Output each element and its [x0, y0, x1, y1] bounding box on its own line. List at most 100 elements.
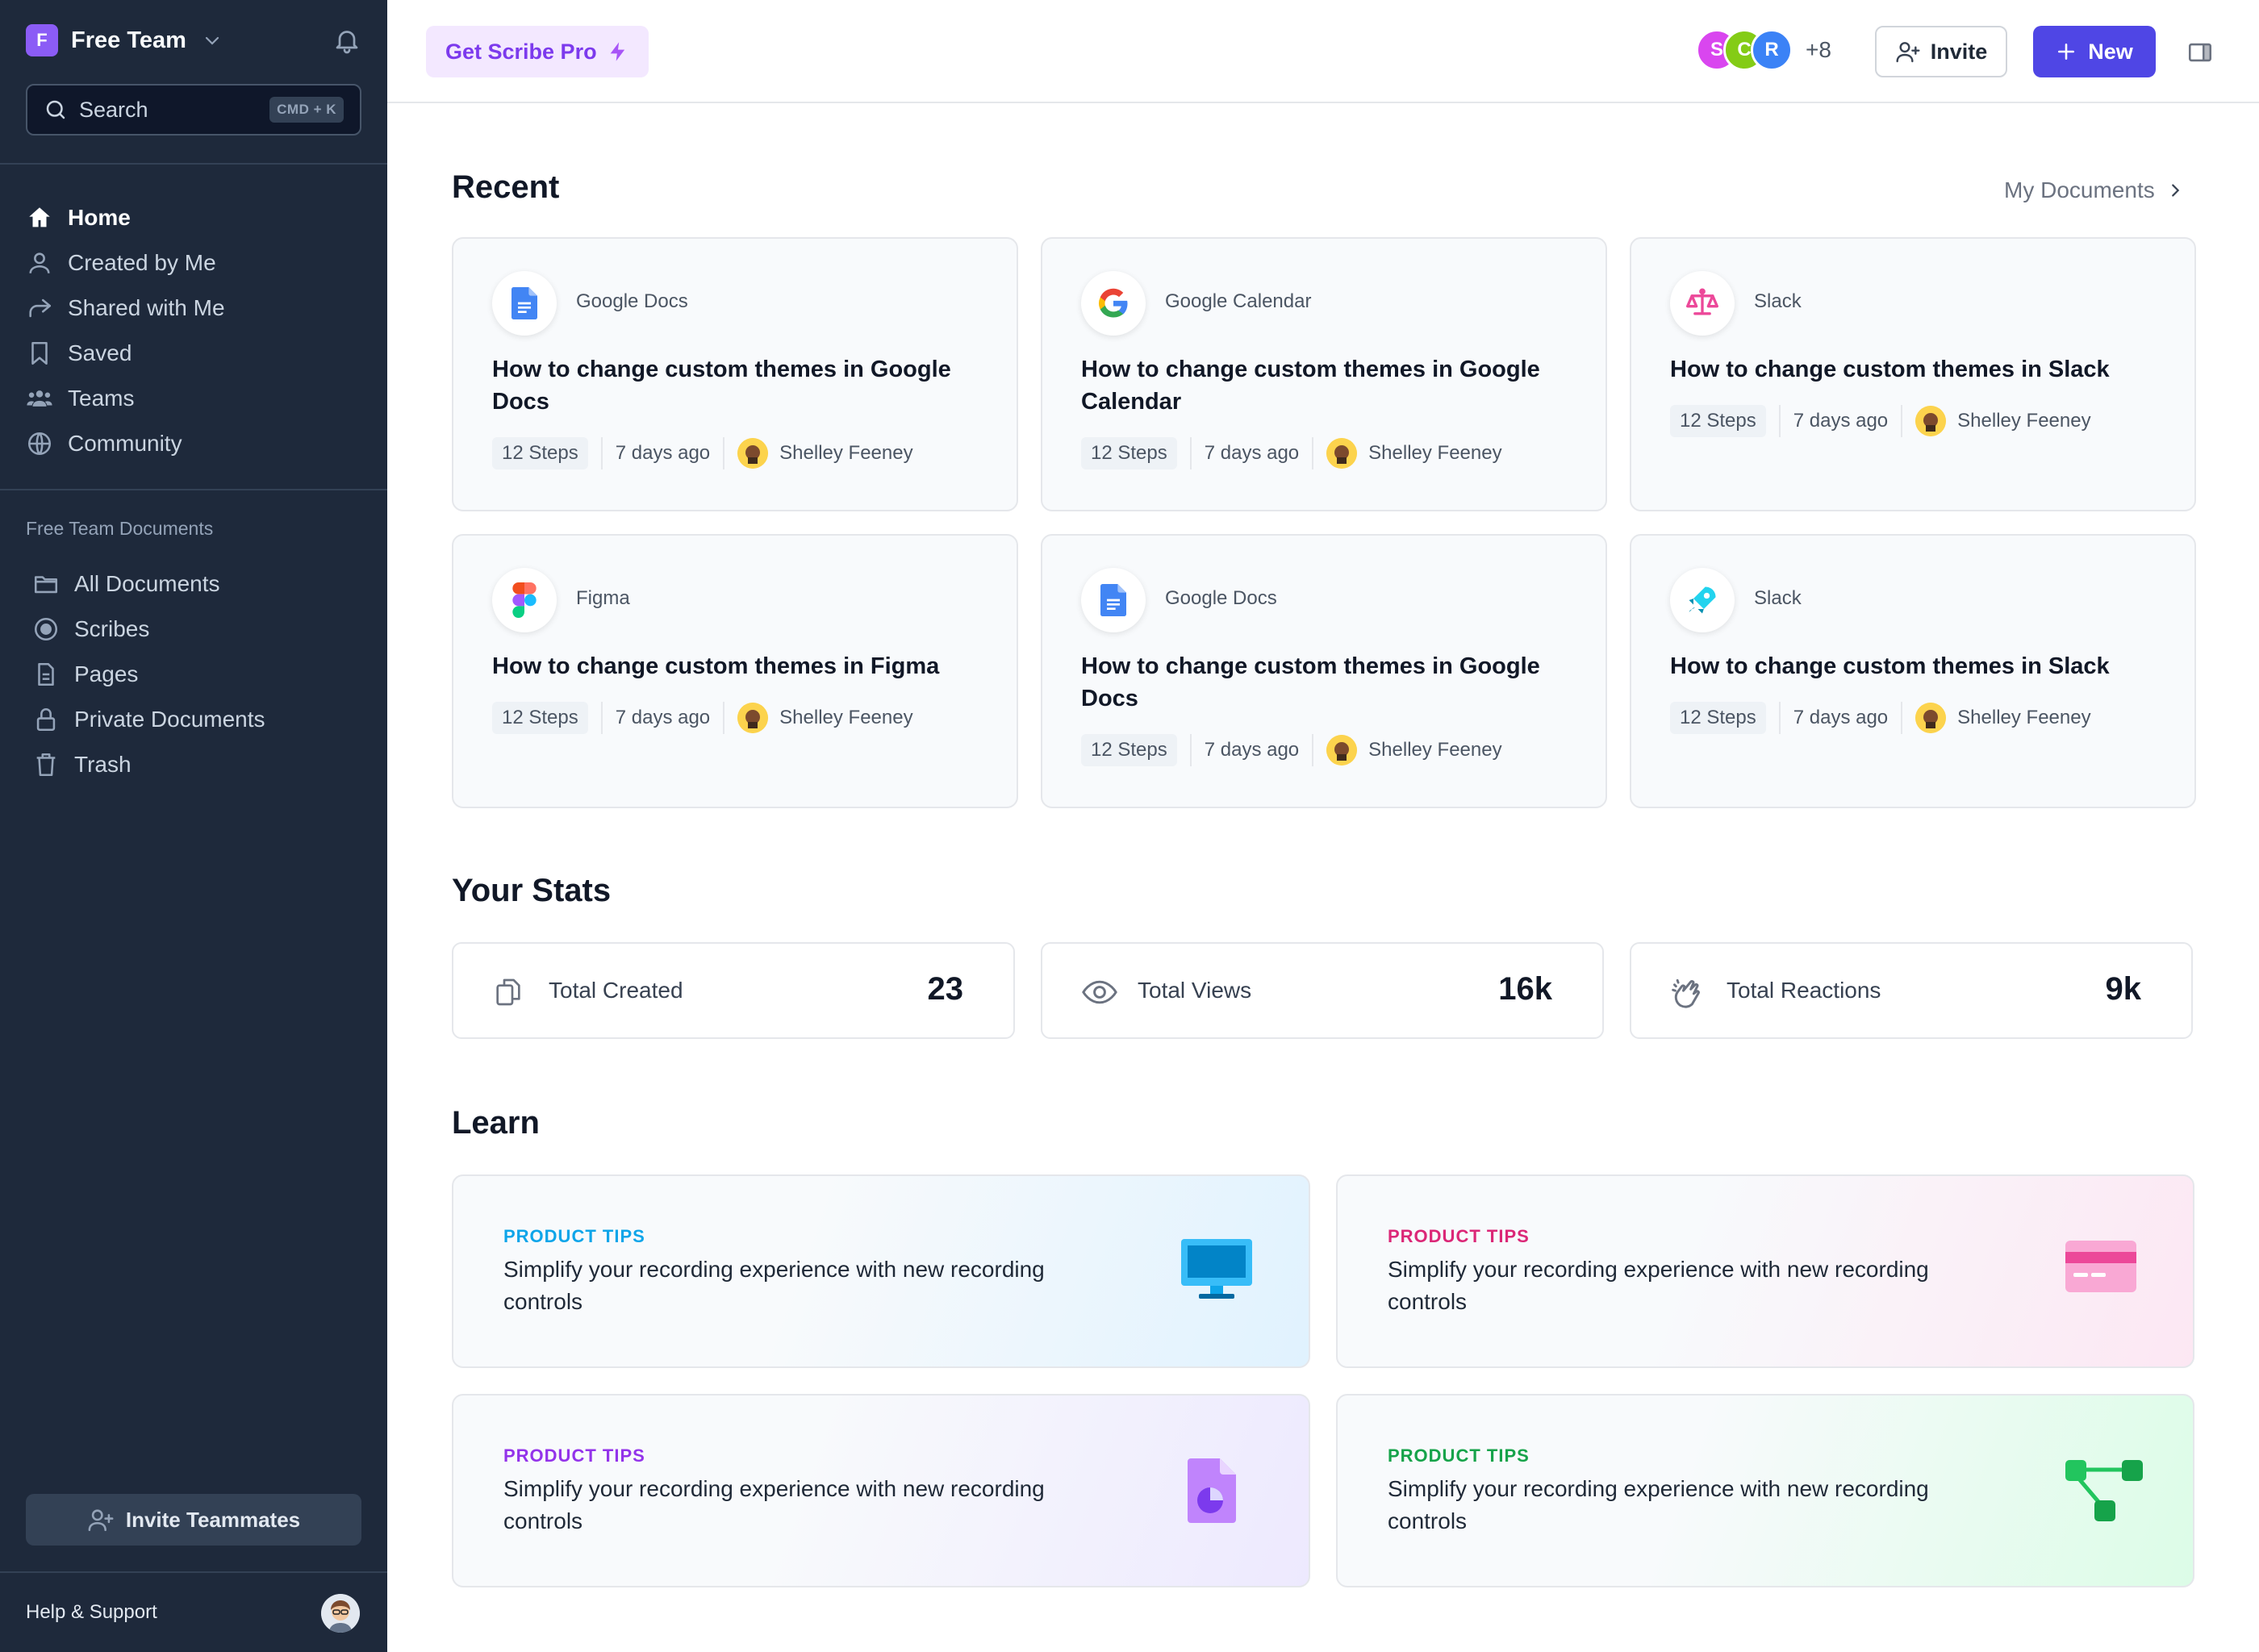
rocket-icon: [1670, 568, 1735, 632]
scale-icon: [1670, 271, 1735, 336]
nav-item-trash[interactable]: Trash: [32, 742, 371, 787]
nav-item-community[interactable]: Community: [26, 421, 365, 466]
trash-icon: [36, 753, 56, 777]
learn-card[interactable]: PRODUCT TIPS Simplify your recording exp…: [452, 1174, 1310, 1368]
learn-card[interactable]: PRODUCT TIPS Simplify your recording exp…: [452, 1394, 1310, 1587]
card-author: Shelley Feeney: [1368, 442, 1502, 464]
nav-item-scribes[interactable]: Scribes: [32, 607, 371, 652]
my-documents-link[interactable]: My Documents: [2004, 177, 2184, 203]
user-icon: [29, 252, 50, 273]
meta-divider: [600, 702, 603, 734]
credit-card-icon: [2065, 1241, 2136, 1292]
card-meta: 12 Steps 7 days ago Shelley Feeney: [1670, 702, 2091, 734]
stat-card-total-views: Total Views 16k: [1041, 942, 1604, 1039]
figma-icon: [492, 568, 557, 632]
flow-diagram-icon: [2065, 1460, 2143, 1521]
nav-item-label: Pages: [74, 661, 139, 686]
author-avatar: [1915, 703, 1947, 733]
card-meta: 12 Steps 7 days ago Shelley Feeney: [1081, 734, 1502, 766]
nav-item-saved[interactable]: Saved: [26, 331, 365, 376]
new-button[interactable]: New: [2033, 26, 2156, 77]
new-label: New: [2088, 39, 2133, 64]
stat-card-total-reactions: Total Reactions 9k: [1630, 942, 2193, 1039]
get-scribe-pro-label: Get Scribe Pro: [445, 39, 597, 64]
record-icon: [34, 617, 58, 641]
collaborator-avatars[interactable]: S C R +8: [1696, 29, 1831, 71]
team-switcher[interactable]: F Free Team: [26, 24, 222, 56]
stat-label: Total Created: [549, 978, 683, 1003]
learn-text: Simplify your recording experience with …: [1388, 1476, 1929, 1533]
learn-tag: PRODUCT TIPS: [503, 1446, 645, 1466]
bell-icon[interactable]: [332, 26, 361, 55]
card-author: Shelley Feeney: [779, 707, 913, 728]
learn-tag: PRODUCT TIPS: [1388, 1226, 1530, 1246]
main-nav: Home Created by Me Shared with Me Saved …: [26, 195, 365, 466]
invite-label: Invite: [1930, 39, 1988, 64]
search-input[interactable]: Search CMD + K: [26, 84, 361, 136]
author-avatar: [1326, 438, 1358, 469]
card-meta: 12 Steps 7 days ago Shelley Feeney: [492, 437, 913, 469]
card-meta: 12 Steps 7 days ago Shelley Feeney: [1670, 405, 2091, 437]
card-author: Shelley Feeney: [779, 442, 913, 464]
invite-teammates-label: Invite Teammates: [125, 1507, 301, 1532]
nav-item-home[interactable]: Home: [26, 195, 365, 240]
nav-item-shared-with-me[interactable]: Shared with Me: [26, 286, 365, 331]
card-app-name: Slack: [1754, 290, 1802, 312]
share-icon: [29, 298, 52, 318]
get-scribe-pro-button[interactable]: Get Scribe Pro: [426, 26, 649, 77]
user-avatar[interactable]: [321, 1594, 360, 1633]
nav-item-private-documents[interactable]: Private Documents: [32, 697, 371, 742]
pie-document-icon: [1188, 1458, 1236, 1523]
learn-card[interactable]: PRODUCT TIPS Simplify your recording exp…: [1336, 1174, 2194, 1368]
card-time: 7 days ago: [615, 707, 711, 728]
recent-card[interactable]: Google Docs How to change custom themes …: [452, 237, 1018, 511]
help-support-link[interactable]: Help & Support: [26, 1601, 157, 1624]
recent-card[interactable]: Google Calendar How to change custom the…: [1041, 237, 1607, 511]
author-avatar: [737, 703, 769, 733]
nav-item-label: Trash: [74, 752, 132, 777]
author-avatar: [1915, 406, 1947, 436]
meta-divider: [1189, 734, 1192, 766]
bookmark-icon: [31, 341, 48, 365]
stat-label: Total Reactions: [1727, 978, 1881, 1003]
user-plus-icon: [1896, 42, 1920, 63]
nav-item-label: Community: [68, 431, 182, 456]
eye-icon: [1082, 980, 1117, 1004]
folder-icon: [34, 576, 58, 594]
sidebar-panel-icon[interactable]: [2186, 39, 2214, 66]
recent-card[interactable]: Slack How to change custom themes in Sla…: [1630, 534, 2196, 808]
invite-button[interactable]: Invite: [1875, 26, 2007, 77]
steps-badge: 12 Steps: [1670, 405, 1766, 437]
sidebar-divider: [0, 489, 387, 490]
team-name: Free Team: [71, 27, 186, 53]
card-title: How to change custom themes in Slack: [1670, 357, 2110, 382]
nav-item-all-documents[interactable]: All Documents: [32, 561, 371, 607]
recent-heading: Recent: [452, 169, 560, 205]
recent-card[interactable]: Slack How to change custom themes in Sla…: [1630, 237, 2196, 511]
learn-heading: Learn: [452, 1105, 540, 1141]
meta-divider: [1778, 405, 1781, 437]
recent-card[interactable]: Google Docs How to change custom themes …: [1041, 534, 1607, 808]
learn-tag: PRODUCT TIPS: [1388, 1446, 1530, 1466]
card-time: 7 days ago: [615, 442, 711, 464]
card-time: 7 days ago: [1204, 739, 1300, 761]
card-app-name: Google Docs: [1165, 587, 1277, 609]
steps-badge: 12 Steps: [1081, 437, 1177, 469]
stats-heading: Your Stats: [452, 873, 612, 908]
nav-item-teams[interactable]: Teams: [26, 376, 365, 421]
meta-divider: [600, 437, 603, 469]
nav-item-pages[interactable]: Pages: [32, 652, 371, 697]
recent-card[interactable]: Figma How to change custom themes in Fig…: [452, 534, 1018, 808]
search-icon: [46, 100, 65, 119]
globe-icon: [27, 432, 52, 456]
search-placeholder: Search: [79, 97, 148, 122]
clap-icon: [1672, 978, 1700, 1008]
card-app-name: Slack: [1754, 587, 1802, 609]
nav-item-created-by-me[interactable]: Created by Me: [26, 240, 365, 286]
lightning-icon: [610, 42, 624, 61]
users-icon: [27, 390, 52, 407]
learn-card[interactable]: PRODUCT TIPS Simplify your recording exp…: [1336, 1394, 2194, 1587]
invite-teammates-button[interactable]: Invite Teammates: [26, 1494, 361, 1546]
card-title: How to change custom themes in Figma: [492, 653, 940, 679]
meta-divider: [1312, 437, 1314, 469]
